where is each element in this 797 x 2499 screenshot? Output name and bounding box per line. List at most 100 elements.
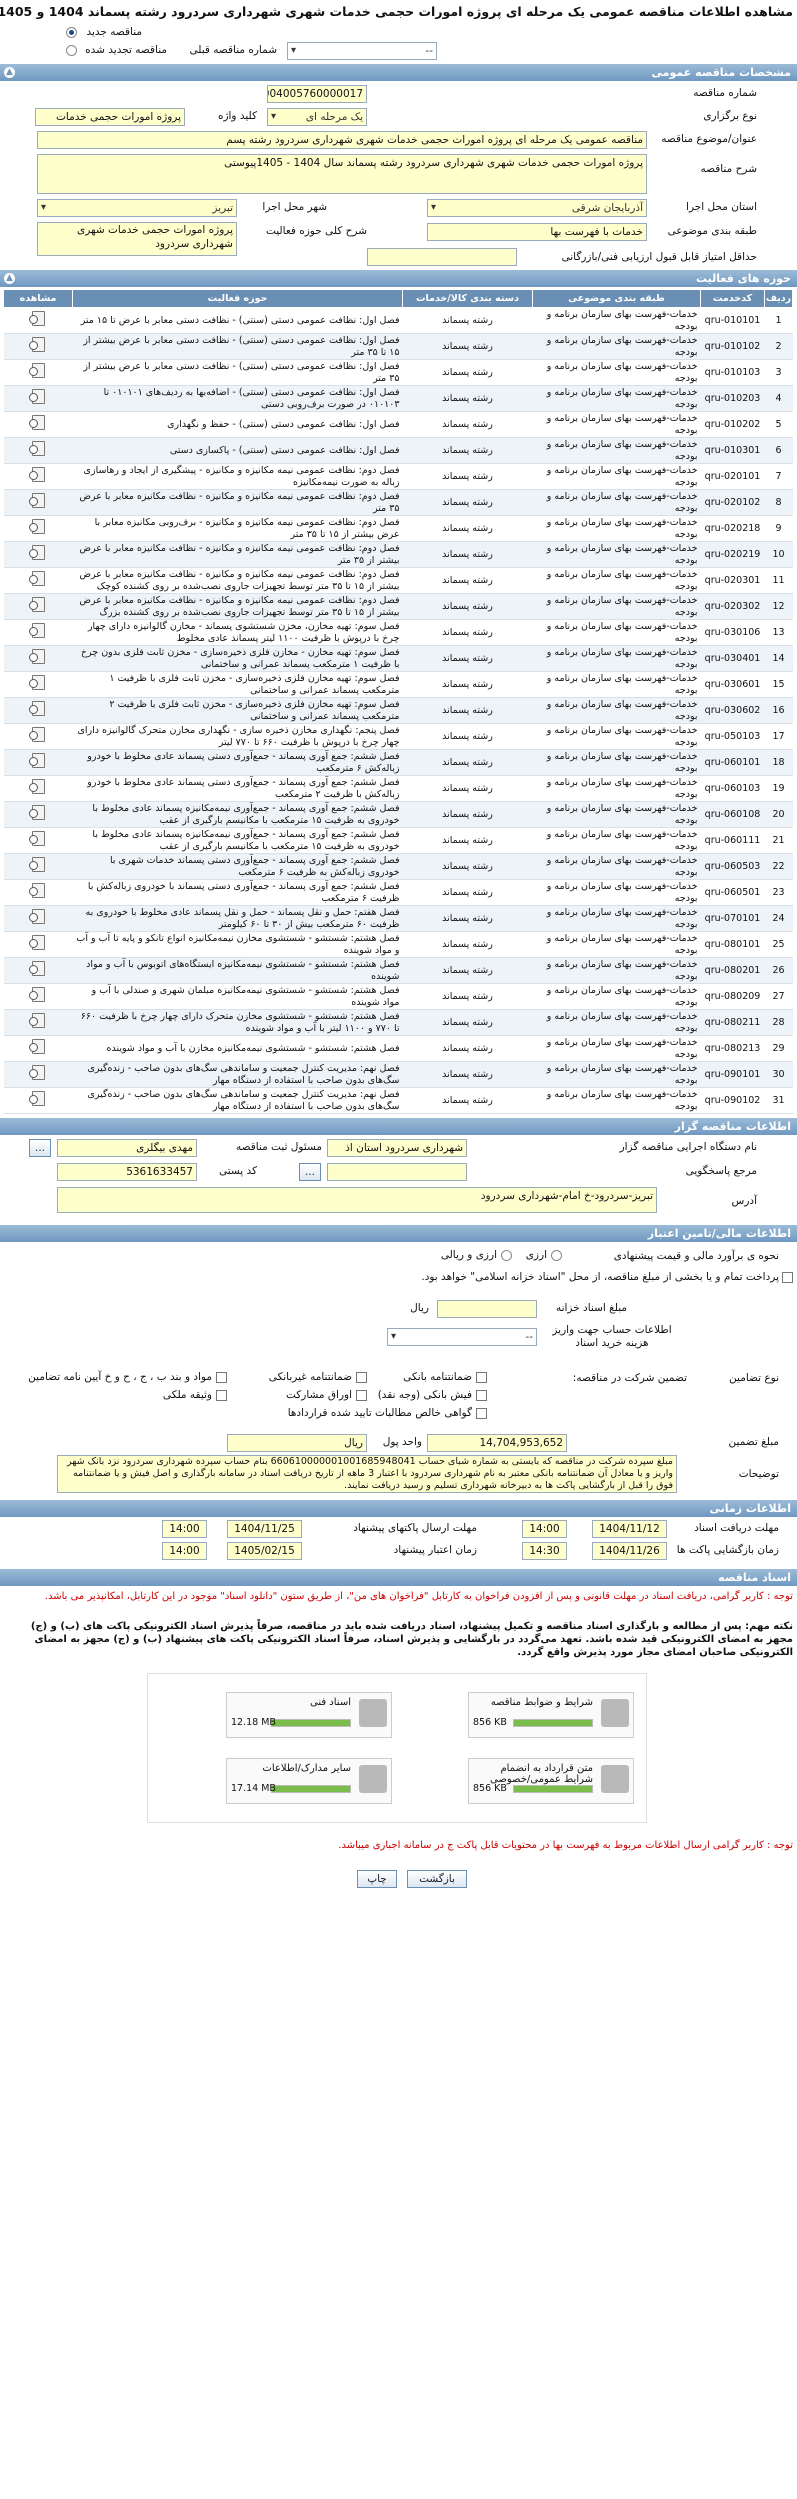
cell-category: خدمات-فهرست بهای سازمان برنامه و بودجه [532,1061,701,1088]
min-score-field[interactable] [367,248,517,266]
g-bank-checkbox[interactable] [476,1372,487,1383]
view-document-icon[interactable] [28,415,45,431]
view-document-icon[interactable] [28,857,45,873]
cell-row-index: 11 [764,567,793,594]
treasury-field[interactable] [437,1300,537,1318]
cell-goods-category: رشته پسماند [402,905,533,932]
col-view: مشاهده [3,289,73,308]
table-row: 24 qru-070101 خدمات-فهرست بهای سازمان برنا… [3,905,793,932]
province-select[interactable]: آذربایجان شرقی [427,199,647,217]
open-label: زمان بازگشایی پاکت ها [676,1544,779,1556]
view-document-icon[interactable] [28,311,45,327]
view-document-icon[interactable] [28,1091,45,1107]
section-timing[interactable]: اطلاعات زمانی [0,1500,797,1517]
view-document-icon[interactable] [28,363,45,379]
print-button[interactable]: چاپ [357,1870,397,1888]
city-select[interactable]: تبریز [37,199,237,217]
table-row: 21 qru-060111 خدمات-فهرست بهای سازمان برنا… [3,827,793,854]
cell-category: خدمات-فهرست بهای سازمان برنامه و بودجه [532,437,701,464]
view-document-icon[interactable] [28,389,45,405]
cell-goods-category: رشته پسماند [402,385,533,412]
back-button[interactable]: بازگشت [407,1870,467,1888]
g-claims-checkbox[interactable] [476,1408,487,1419]
view-document-icon[interactable] [28,493,45,509]
view-document-icon[interactable] [28,805,45,821]
view-document-icon[interactable] [28,909,45,925]
view-document-icon[interactable] [28,337,45,353]
view-document-icon[interactable] [28,701,45,717]
section-financial[interactable]: اطلاعات مالی/تامین اعتبار [0,1225,797,1242]
cell-activity: فصل هفتم: حمل و نقل پسماند - حمل و نقل پ… [72,905,403,932]
section-organizer[interactable]: اطلاعات مناقصه گزار [0,1118,797,1135]
view-document-icon[interactable] [28,467,45,483]
view-document-icon[interactable] [28,441,45,457]
estimate-mixed-radio[interactable] [501,1250,512,1261]
section-general[interactable]: مشخصات مناقصه عمومی ▲ [0,64,797,81]
cell-category: خدمات-فهرست بهای سازمان برنامه و بودجه [532,489,701,516]
view-document-icon[interactable] [28,597,45,613]
view-document-icon[interactable] [28,571,45,587]
view-document-icon[interactable] [28,649,45,665]
view-document-icon[interactable] [28,1013,45,1029]
view-document-icon[interactable] [28,987,45,1003]
g-property: وثیقه ملکی [162,1389,212,1401]
keywords-field[interactable]: پروژه امورات حجمی خدمات [35,108,185,126]
activity-desc-field[interactable]: پروژه امورات حجمی خدمات شهری شهرداری سرد… [37,222,237,256]
account-select[interactable]: -- [387,1328,537,1346]
type-select[interactable]: یک مرحله ای [267,108,367,126]
view-document-icon[interactable] [28,1039,45,1055]
view-document-icon[interactable] [28,727,45,743]
radio-renew[interactable] [66,45,77,56]
cell-category: خدمات-فهرست بهای سازمان برنامه و بودجه [532,775,701,802]
file-card[interactable]: سایر مدارک/اطلاعات 17.14 MB [226,1758,392,1804]
treasury-checkbox[interactable] [782,1272,793,1283]
view-document-icon[interactable] [28,831,45,847]
cell-service-code: qru-020218 [700,515,765,542]
table-row: 14 qru-030401 خدمات-فهرست بهای سازمان برنا… [3,645,793,672]
estimate-currency-radio[interactable] [551,1250,562,1261]
cell-service-code: qru-010202 [700,411,765,438]
file-card[interactable]: اسناد فنی 12.18 MB [226,1692,392,1738]
cell-goods-category: رشته پسماند [402,983,533,1010]
g-nonbank-checkbox[interactable] [356,1372,367,1383]
collapse-icon[interactable]: ▲ [4,67,15,78]
cell-category: خدمات-فهرست بهای سازمان برنامه و بودجه [532,333,701,360]
section-documents[interactable]: اسناد مناقصه [0,1569,797,1586]
prev-tender-select[interactable]: -- [287,42,437,60]
view-document-icon[interactable] [28,519,45,535]
cell-row-index: 6 [764,437,793,464]
view-document-icon[interactable] [28,1065,45,1081]
ref-field[interactable] [327,1163,467,1181]
radio-new[interactable] [66,27,77,38]
g-insurance-checkbox[interactable] [216,1372,227,1383]
cell-activity: فصل هشتم: شستشو - شستشوی مخازن متحرک دار… [72,1009,403,1036]
view-document-icon[interactable] [28,753,45,769]
collapse-icon[interactable]: ▲ [4,273,15,284]
view-document-icon[interactable] [28,623,45,639]
g-bonds-checkbox[interactable] [356,1390,367,1401]
view-document-icon[interactable] [28,779,45,795]
ref-picker-button[interactable]: ... [299,1163,321,1181]
view-document-icon[interactable] [28,935,45,951]
cell-row-index: 9 [764,515,793,542]
view-document-icon[interactable] [28,675,45,691]
cell-service-code: qru-030602 [700,697,765,724]
desc-field[interactable]: پروژه امورات حجمی خدمات شهری شهرداری سرد… [37,154,647,194]
file-card[interactable]: متن قرارداد به انضمام شرایط عمومی/خصوصی 8… [468,1758,634,1804]
g-property-checkbox[interactable] [216,1390,227,1401]
view-document-icon[interactable] [28,961,45,977]
view-document-icon[interactable] [28,545,45,561]
category-field[interactable]: خدمات با فهرست بها [427,223,647,241]
cell-activity: فصل هشتم: شستشو - شستشوی مخازن نیمه‌مکان… [72,931,403,958]
official-picker-button[interactable]: ... [29,1139,51,1157]
section-activity[interactable]: حوزه های فعالیت ▲ [0,270,797,287]
g-check-checkbox[interactable] [476,1390,487,1401]
cell-goods-category: رشته پسماند [402,541,533,568]
file-card[interactable]: شرایط و ضوابط مناقصه 856 KB [468,1692,634,1738]
file-size: 12.18 MB [231,1717,276,1728]
subject-field[interactable]: مناقصه عمومی یک مرحله ای پروژه امورات حج… [37,131,647,149]
cell-category: خدمات-فهرست بهای سازمان برنامه و بودجه [532,307,701,334]
tender-no-label: شماره مناقصه [693,87,757,99]
view-document-icon[interactable] [28,883,45,899]
notes-label: توضیحات [738,1468,779,1480]
